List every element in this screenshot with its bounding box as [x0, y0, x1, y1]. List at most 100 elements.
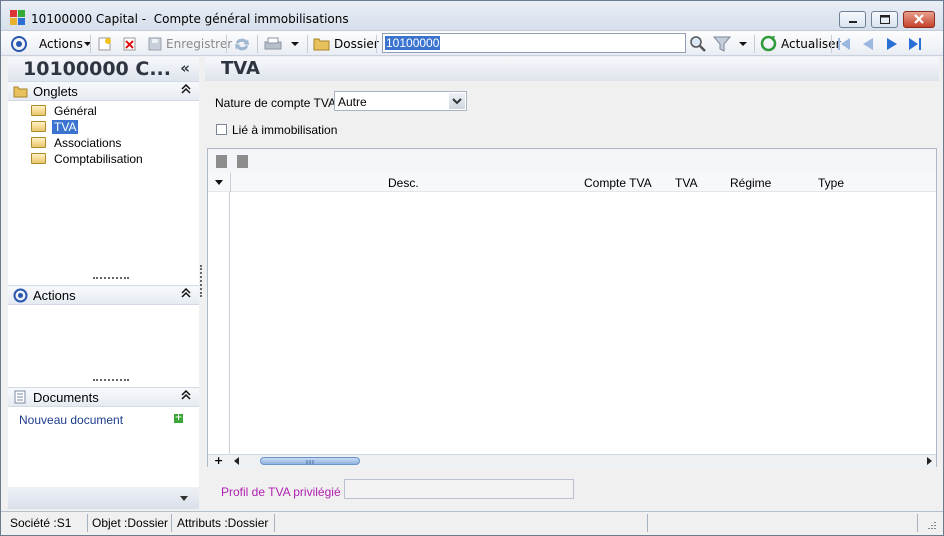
chevron-down-icon — [739, 42, 747, 46]
grid-toolbar — [208, 149, 936, 173]
tab-tva[interactable]: TVA — [31, 119, 79, 134]
refresh-icon — [760, 35, 777, 52]
refresh-button[interactable]: Actualiser — [760, 34, 841, 53]
next-icon — [887, 37, 897, 50]
toolbar-separator — [376, 35, 377, 53]
delete-button[interactable] — [122, 34, 138, 53]
chevron-up-icon[interactable] — [181, 84, 191, 94]
chevron-up-icon[interactable] — [181, 288, 191, 298]
filter-icon — [713, 36, 731, 52]
expand-icon[interactable]: + — [214, 454, 223, 467]
next-record-button[interactable] — [884, 34, 900, 53]
resize-grip-icon[interactable] — [925, 520, 937, 532]
actions-header-label: Actions — [33, 288, 76, 303]
collapse-pane-icon[interactable]: « — [180, 59, 190, 77]
last-record-button[interactable] — [907, 34, 923, 53]
folder-button[interactable]: Dossier — [313, 34, 379, 53]
search-button[interactable] — [689, 34, 707, 53]
folder-icon — [31, 137, 46, 148]
minimize-icon — [849, 21, 857, 23]
tab-associations[interactable]: Associations — [31, 135, 123, 150]
status-separator — [274, 514, 275, 532]
column-tva[interactable]: TVA — [675, 176, 697, 190]
column-desc[interactable]: Desc. — [388, 176, 419, 190]
new-record-button[interactable] — [97, 34, 113, 53]
minimize-button[interactable] — [839, 11, 866, 28]
onglets-header[interactable]: Onglets — [8, 81, 199, 101]
print-icon — [264, 37, 282, 49]
tva-grid: Desc. Compte TVA TVA Régime Type + — [207, 148, 937, 467]
sync-button[interactable] — [233, 34, 251, 53]
actions-menu-button[interactable]: Actions — [39, 34, 92, 53]
chevron-down-icon[interactable] — [214, 179, 224, 187]
scrollbar-thumb[interactable] — [260, 457, 360, 465]
filter-button[interactable] — [713, 34, 749, 53]
folder-open-icon — [31, 121, 46, 132]
status-bar: Société :S1 Objet :Dossier Attributs :Do… — [1, 511, 943, 535]
profil-tva-field[interactable] — [344, 479, 574, 499]
status-separator — [87, 514, 88, 532]
tab-comptabilisation-label: Comptabilisation — [54, 151, 143, 166]
tab-associations-label: Associations — [54, 135, 122, 150]
maximize-button[interactable] — [871, 11, 898, 28]
new-document-link[interactable]: Nouveau document — [19, 413, 123, 427]
delete-row-icon[interactable] — [237, 155, 248, 168]
save-icon — [148, 37, 162, 50]
status-objet: Objet :Dossier — [92, 516, 169, 530]
nature-select[interactable]: Autre — [334, 91, 467, 111]
print-button[interactable] — [263, 34, 301, 53]
scroll-left-icon[interactable] — [232, 456, 242, 466]
documents-header[interactable]: Documents — [8, 387, 199, 407]
close-icon — [914, 14, 924, 24]
documents-header-label: Documents — [33, 390, 99, 405]
row-selector-column — [208, 192, 230, 456]
save-button[interactable]: Enregistrer — [147, 34, 232, 53]
toolbar-separator — [90, 35, 91, 53]
status-separator — [171, 514, 172, 532]
onglets-header-label: Onglets — [33, 84, 78, 99]
horizontal-scrollbar[interactable] — [230, 454, 936, 467]
record-title-text: 10100000 C... — [23, 58, 171, 80]
save-label: Enregistrer — [166, 36, 233, 51]
left-pane-footer — [8, 487, 199, 509]
new-icon — [98, 37, 111, 50]
delete-icon — [123, 37, 136, 50]
column-regime[interactable]: Régime — [730, 176, 771, 190]
toolbar-separator — [307, 35, 308, 53]
add-icon[interactable]: + — [174, 414, 183, 423]
close-button[interactable] — [903, 11, 935, 28]
resize-grip[interactable] — [93, 379, 129, 383]
pane-splitter[interactable] — [200, 265, 202, 297]
target-icon[interactable] — [10, 34, 28, 53]
tab-tva-label: TVA — [52, 119, 79, 134]
tab-comptabilisation[interactable]: Comptabilisation — [31, 151, 145, 166]
scroll-right-icon[interactable] — [924, 456, 934, 466]
target-icon — [13, 288, 28, 303]
search-value: 10100000 — [385, 36, 441, 50]
folder-icon — [31, 105, 46, 116]
resize-grip[interactable] — [93, 277, 129, 281]
tab-general-label: Général — [54, 103, 97, 118]
lie-immobilisation-checkbox[interactable] — [216, 124, 227, 135]
first-record-button[interactable] — [836, 34, 852, 53]
search-input[interactable]: 10100000 — [382, 33, 686, 53]
actions-header[interactable]: Actions — [8, 285, 199, 305]
actions-menu-label: Actions — [39, 36, 83, 51]
chevron-down-icon — [291, 42, 299, 46]
previous-icon — [863, 37, 873, 50]
folder-label: Dossier — [334, 36, 379, 51]
left-pane: 10100000 C... « Onglets Général TVA Asso… — [8, 57, 199, 509]
previous-record-button[interactable] — [860, 34, 876, 53]
column-type[interactable]: Type — [818, 176, 844, 190]
grid-header: Desc. Compte TVA TVA Régime Type — [208, 173, 936, 192]
column-compte-tva[interactable]: Compte TVA — [584, 176, 652, 190]
profil-tva-label: Profil de TVA privilégié : — [221, 485, 348, 499]
chevron-down-icon[interactable] — [449, 93, 465, 109]
tab-general[interactable]: Général — [31, 103, 99, 118]
status-attributs: Attributs :Dossier — [177, 516, 269, 530]
add-row-icon[interactable] — [216, 155, 227, 168]
status-societe: Société :S1 — [10, 516, 72, 530]
chevron-down-icon[interactable] — [179, 495, 189, 503]
chevron-up-icon[interactable] — [181, 390, 191, 400]
document-icon — [14, 390, 26, 404]
